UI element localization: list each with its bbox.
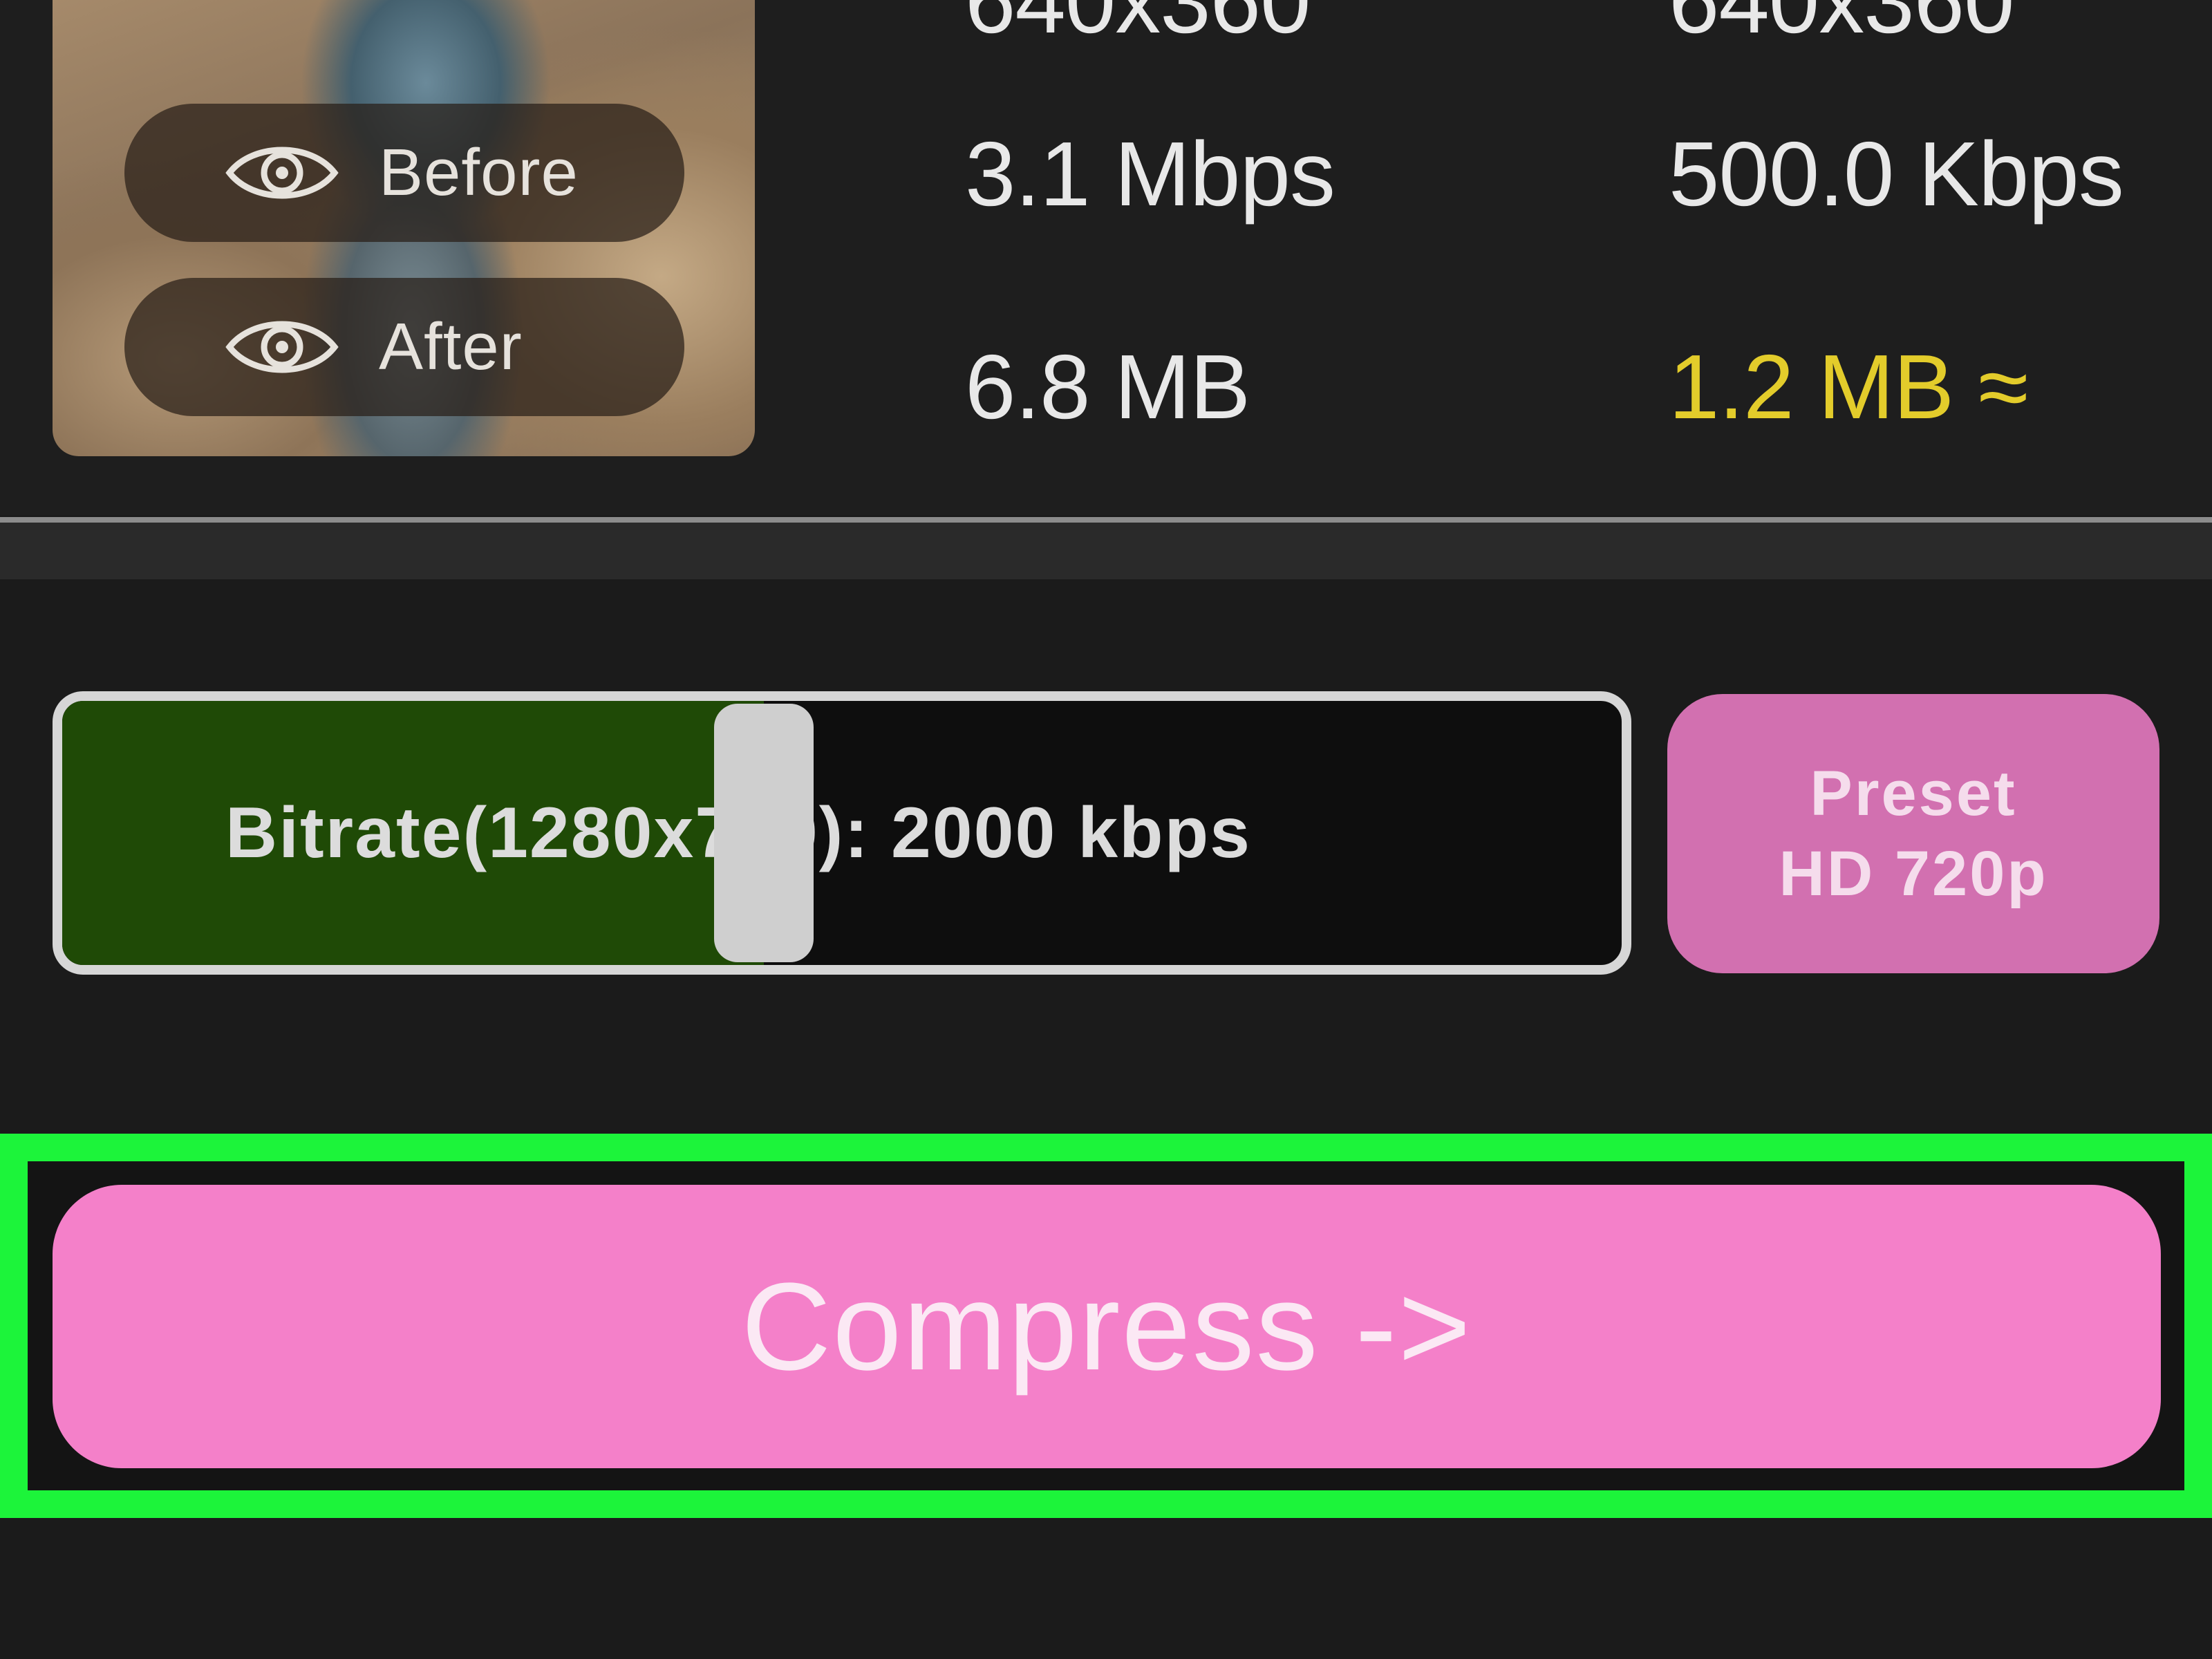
- bitrate-slider[interactable]: Bitrate(1280x720): 2000 kbps: [53, 691, 1631, 975]
- bitrate-slider-thumb[interactable]: [714, 704, 814, 962]
- preset-hd-720p-button[interactable]: Preset HD 720p: [1667, 694, 2159, 973]
- estimated-size: 1.2 MB ≈: [1669, 336, 2028, 438]
- compressed-bitrate: 500.0 Kbps: [1669, 123, 2124, 225]
- video-thumbnail[interactable]: Before After: [53, 0, 755, 456]
- original-size: 6.8 MB: [965, 336, 1250, 438]
- bitrate-slider-label: Bitrate(1280x720): 2000 kbps: [225, 792, 1251, 873]
- eye-icon: [225, 138, 339, 207]
- video-info-section: Before After 640x360 3.1 Mbps 6.8 MB 640…: [0, 0, 2212, 515]
- eye-icon: [225, 312, 339, 382]
- original-bitrate: 3.1 Mbps: [965, 123, 1335, 225]
- compressor-screen: Before After 640x360 3.1 Mbps 6.8 MB 640…: [0, 0, 2212, 1659]
- before-preview-button[interactable]: Before: [124, 104, 684, 242]
- original-resolution: 640x360: [965, 0, 1311, 52]
- after-preview-button[interactable]: After: [124, 278, 684, 416]
- preset-label-line1: Preset: [1810, 758, 2017, 829]
- before-label: Before: [379, 135, 579, 209]
- divider-band: [0, 523, 2212, 579]
- after-label: After: [379, 310, 523, 384]
- compress-button[interactable]: Compress ->: [53, 1185, 2161, 1468]
- section-divider: [0, 517, 2212, 523]
- compressed-resolution: 640x360: [1669, 0, 2014, 52]
- preset-label-line2: HD 720p: [1779, 838, 2048, 909]
